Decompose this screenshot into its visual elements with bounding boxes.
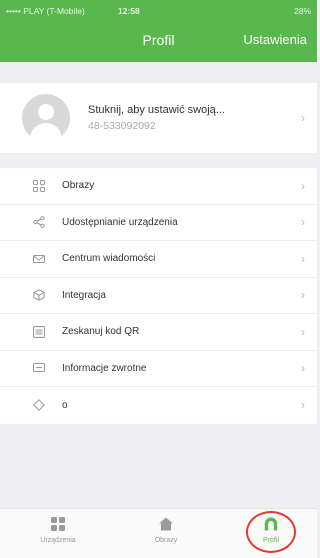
carrier-label: ••••• PLAY (T-Mobile) bbox=[6, 6, 85, 16]
header-bar: ••••• PLAY (T-Mobile) 12:58 28% Profil U… bbox=[0, 0, 317, 62]
share-icon bbox=[32, 215, 46, 229]
chevron-right-icon: › bbox=[301, 111, 305, 125]
menu-item-messages[interactable]: Centrum wiadomości › bbox=[0, 241, 317, 278]
devices-grid-icon bbox=[28, 513, 88, 535]
menu-item-about[interactable]: o › bbox=[0, 387, 317, 424]
tab-label: Urządzenia bbox=[40, 537, 76, 544]
chevron-right-icon: › bbox=[301, 398, 305, 413]
menu-item-integration[interactable]: Integracja › bbox=[0, 278, 317, 314]
menu-item-sharing[interactable]: Udostępnianie urządzenia › bbox=[0, 205, 317, 241]
feedback-icon bbox=[32, 361, 46, 375]
scan-icon bbox=[32, 325, 46, 339]
menu-item-label: o bbox=[62, 399, 68, 411]
tab-label: Obrazy bbox=[154, 537, 178, 544]
battery-indicator: 28% bbox=[293, 6, 311, 16]
clock: 12:58 bbox=[118, 6, 140, 16]
tab-devices[interactable]: Urządzenia bbox=[28, 513, 88, 544]
menu-item-label: Obrazy bbox=[62, 180, 95, 192]
settings-button[interactable]: Ustawienia bbox=[243, 32, 307, 47]
tab-bar: Urządzenia Obrazy Profil bbox=[0, 508, 317, 558]
settings-menu: Obrazy › Udostępnianie urządzenia › Cent… bbox=[0, 168, 317, 424]
chevron-right-icon: › bbox=[301, 251, 305, 266]
envelope-icon bbox=[32, 252, 46, 266]
diamond-icon bbox=[32, 398, 46, 412]
menu-item-obrazy[interactable]: Obrazy › bbox=[0, 168, 317, 205]
profile-card[interactable]: Stuknij, aby ustawić swoją... 48-5330920… bbox=[0, 83, 317, 153]
tab-images[interactable]: Obrazy bbox=[136, 513, 196, 544]
menu-item-label: Zeskanuj kod QR bbox=[62, 326, 140, 338]
menu-item-scan-qr[interactable]: Zeskanuj kod QR › bbox=[0, 314, 317, 351]
grid-icon bbox=[32, 179, 46, 193]
avatar bbox=[22, 94, 70, 142]
chevron-right-icon: › bbox=[301, 361, 305, 376]
home-icon bbox=[136, 513, 196, 535]
chevron-right-icon: › bbox=[301, 178, 305, 193]
chevron-right-icon: › bbox=[301, 324, 305, 339]
chevron-right-icon: › bbox=[301, 288, 305, 303]
profile-name: Stuknij, aby ustawić swoją... bbox=[88, 104, 225, 116]
profile-icon bbox=[241, 513, 301, 535]
menu-item-label: Informacje zwrotne bbox=[62, 362, 147, 374]
menu-item-label: Integracja bbox=[62, 289, 106, 301]
profile-phone: 48-533092092 bbox=[88, 120, 156, 132]
tab-profile[interactable]: Profil bbox=[241, 513, 301, 544]
menu-item-feedback[interactable]: Informacje zwrotne › bbox=[0, 351, 317, 387]
menu-item-label: Udostępnianie urządzenia bbox=[62, 216, 178, 228]
tab-label: Profil bbox=[263, 537, 279, 544]
chevron-right-icon: › bbox=[301, 215, 305, 230]
status-bar: ••••• PLAY (T-Mobile) 12:58 28% bbox=[0, 0, 317, 22]
cube-icon bbox=[32, 288, 46, 302]
nav-bar: Profil Ustawienia bbox=[0, 22, 317, 62]
menu-item-label: Centrum wiadomości bbox=[62, 253, 156, 265]
